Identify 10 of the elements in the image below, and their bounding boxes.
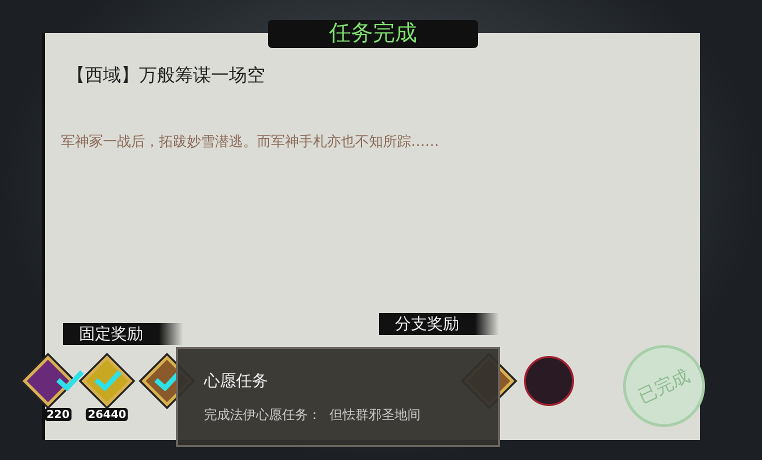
section-label: 分支奖励 bbox=[379, 313, 499, 335]
section-label: 固定奖励 bbox=[63, 323, 183, 345]
item-count: 220 bbox=[44, 408, 72, 421]
avatar-icon[interactable] bbox=[524, 356, 574, 406]
item-count: 26440 bbox=[86, 408, 128, 421]
quest-title: 【西域】万般筹谋一场空 bbox=[67, 64, 266, 87]
tooltip-title: 心愿任务 bbox=[204, 371, 269, 392]
tooltip-text: 完成法伊心愿任务： 但怯群邪圣地间 bbox=[204, 407, 422, 424]
window-title: 任务完成 bbox=[268, 20, 478, 48]
quest-description: 军神冢一战后，拓跋妙雪潜逃。而军神手札亦也不知所踪…… bbox=[61, 133, 440, 151]
